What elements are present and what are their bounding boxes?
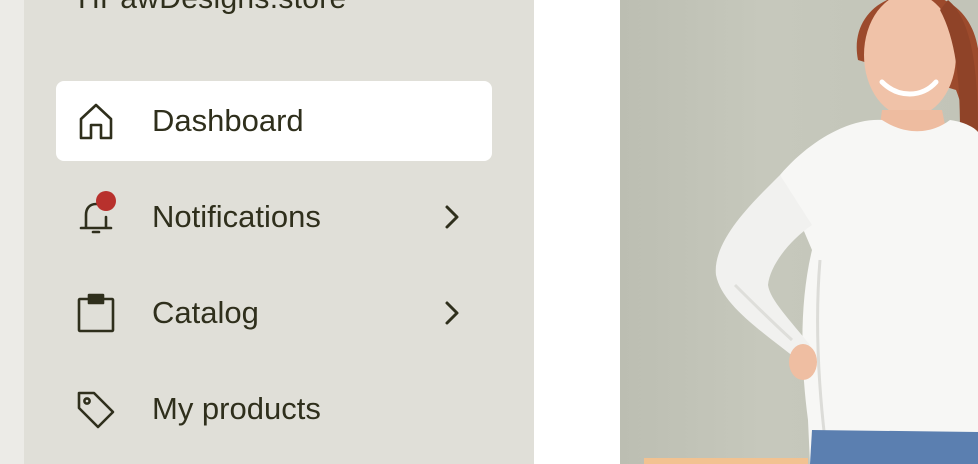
left-gutter	[0, 0, 24, 464]
store-name[interactable]: HPawDesigns.store	[78, 0, 347, 16]
sidebar-item-label: Catalog	[152, 295, 259, 330]
model-illustration	[644, 0, 978, 464]
app-root: HPawDesigns.store Dashboard Notific	[0, 0, 978, 464]
sidebar: HPawDesigns.store Dashboard Notific	[24, 0, 534, 464]
sidebar-item-catalog[interactable]: Catalog	[56, 273, 492, 353]
clipboard-icon	[76, 293, 116, 333]
home-icon	[76, 101, 116, 141]
sidebar-item-notifications[interactable]: Notifications	[56, 177, 492, 257]
chevron-right-icon	[440, 295, 464, 331]
chevron-right-icon	[440, 199, 464, 235]
sidebar-item-my-products[interactable]: My products	[56, 369, 492, 449]
sidebar-item-label: Notifications	[152, 199, 321, 234]
product-model-photo	[620, 0, 978, 464]
sidebar-item-dashboard[interactable]: Dashboard	[56, 81, 492, 161]
sidebar-item-label: Dashboard	[152, 103, 304, 138]
sidebar-item-label: My products	[152, 391, 321, 426]
tag-icon	[76, 389, 116, 429]
notification-badge	[96, 191, 116, 211]
content-gap	[534, 0, 620, 464]
